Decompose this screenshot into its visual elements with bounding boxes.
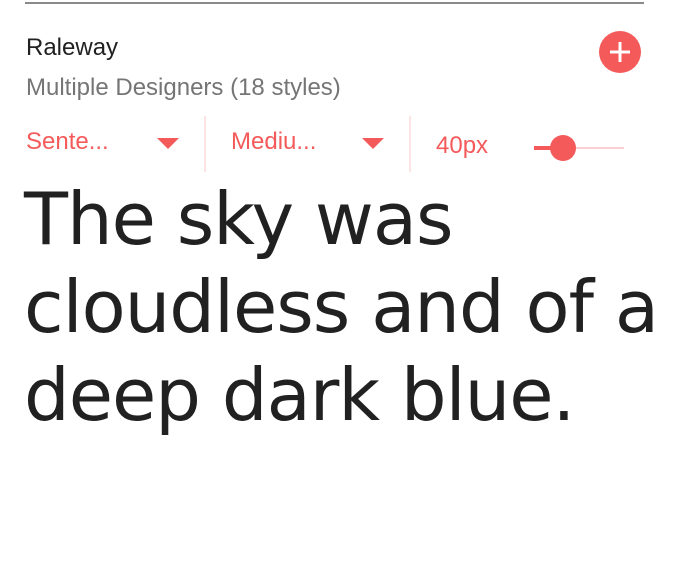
font-name: Raleway — [26, 34, 119, 61]
font-card: Raleway Multiple Designers (18 styles) S… — [0, 0, 684, 566]
case-dropdown[interactable]: Sente... — [26, 116, 186, 172]
case-dropdown-value: Sente... — [26, 128, 109, 155]
sample-text: The sky was cloudless and of a deep dark… — [24, 177, 659, 437]
weight-dropdown-value: Mediu... — [231, 128, 317, 155]
font-size-slider[interactable] — [534, 133, 626, 163]
add-font-button[interactable] — [599, 31, 641, 73]
font-size-label: 40px — [436, 132, 489, 159]
font-designers: Multiple Designers (18 styles) — [26, 74, 341, 101]
slider-thumb[interactable] — [550, 135, 576, 161]
chevron-down-icon — [362, 138, 384, 149]
weight-dropdown[interactable]: Mediu... — [231, 116, 386, 172]
plus-icon — [610, 42, 630, 62]
preview-controls: Sente... Mediu... 40px — [0, 116, 684, 172]
top-divider — [25, 2, 644, 4]
chevron-down-icon — [157, 138, 179, 149]
control-divider — [204, 116, 206, 172]
control-divider — [409, 116, 411, 172]
